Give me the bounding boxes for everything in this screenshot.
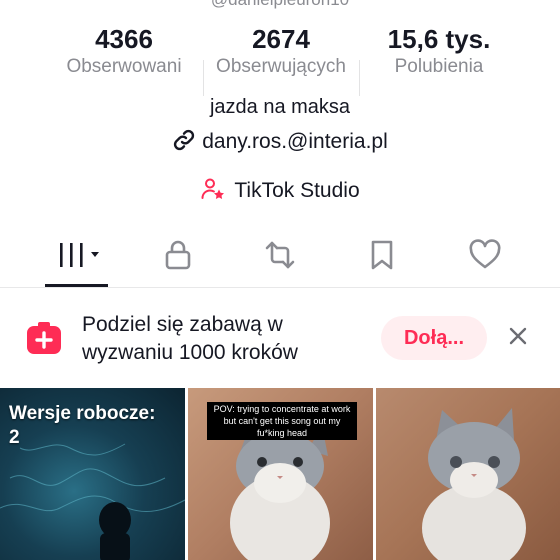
drafts-tile[interactable]: Wersje robocze: 2	[0, 388, 185, 560]
email-link[interactable]: dany.ros.@interia.pl	[0, 127, 560, 157]
kitten-thumbnail	[422, 408, 526, 560]
video-grid: Wersje robocze: 2 POV: trying to concent…	[0, 388, 560, 560]
video-tile[interactable]	[376, 388, 560, 560]
videos-grid-icon	[56, 240, 108, 275]
tab-videos[interactable]	[37, 228, 127, 286]
link-icon	[172, 128, 196, 157]
challenge-banner: Podziel się zabawą w wyzwaniu 1000 krokó…	[0, 295, 560, 381]
heart-icon	[468, 238, 502, 276]
profile-handle: @danielpieuron10	[0, 0, 560, 10]
profile-bio: jazda na maksa	[209, 96, 351, 118]
likes-stat[interactable]: 15,6 tys. Polubienia	[360, 22, 518, 78]
following-stat[interactable]: 4366 Obserwowani	[48, 22, 200, 78]
followers-stat[interactable]: 2674 Obserwujących	[206, 22, 356, 78]
challenge-plus-icon	[26, 320, 62, 356]
followers-count: 2674	[252, 24, 310, 54]
active-tab-indicator	[45, 284, 108, 287]
video-caption: POV: trying to concentrate at work but c…	[207, 402, 357, 440]
tiktok-studio-link[interactable]: TikTok Studio	[0, 176, 560, 206]
drafts-label: Wersje robocze: 2	[9, 403, 156, 448]
following-label: Obserwowani	[66, 56, 182, 77]
tab-private[interactable]	[133, 228, 223, 286]
profile-tabs	[0, 228, 560, 288]
tiktok-studio-label: TikTok Studio	[234, 179, 360, 202]
repost-icon	[263, 239, 297, 276]
user-star-icon	[200, 176, 226, 207]
video-tile[interactable]: POV: trying to concentrate at work but c…	[188, 388, 373, 560]
likes-label: Polubienia	[394, 56, 484, 77]
tab-saved[interactable]	[337, 228, 427, 286]
close-icon[interactable]	[505, 323, 531, 349]
following-count: 4366	[95, 24, 153, 54]
stat-divider	[203, 60, 204, 96]
lock-icon	[163, 239, 193, 276]
followers-label: Obserwujących	[216, 56, 346, 77]
join-challenge-button[interactable]: Dołą...	[381, 316, 487, 360]
tab-liked[interactable]	[440, 228, 530, 286]
email-text: dany.ros.@interia.pl	[202, 130, 388, 153]
likes-count: 15,6 tys.	[387, 24, 491, 54]
tab-reposts[interactable]	[235, 228, 325, 286]
challenge-text: Podziel się zabawą w wyzwaniu 1000 krokó…	[82, 313, 298, 364]
bookmark-icon	[368, 239, 396, 276]
profile-stats: 4366 Obserwowani 2674 Obserwujących 15,6…	[0, 22, 560, 96]
